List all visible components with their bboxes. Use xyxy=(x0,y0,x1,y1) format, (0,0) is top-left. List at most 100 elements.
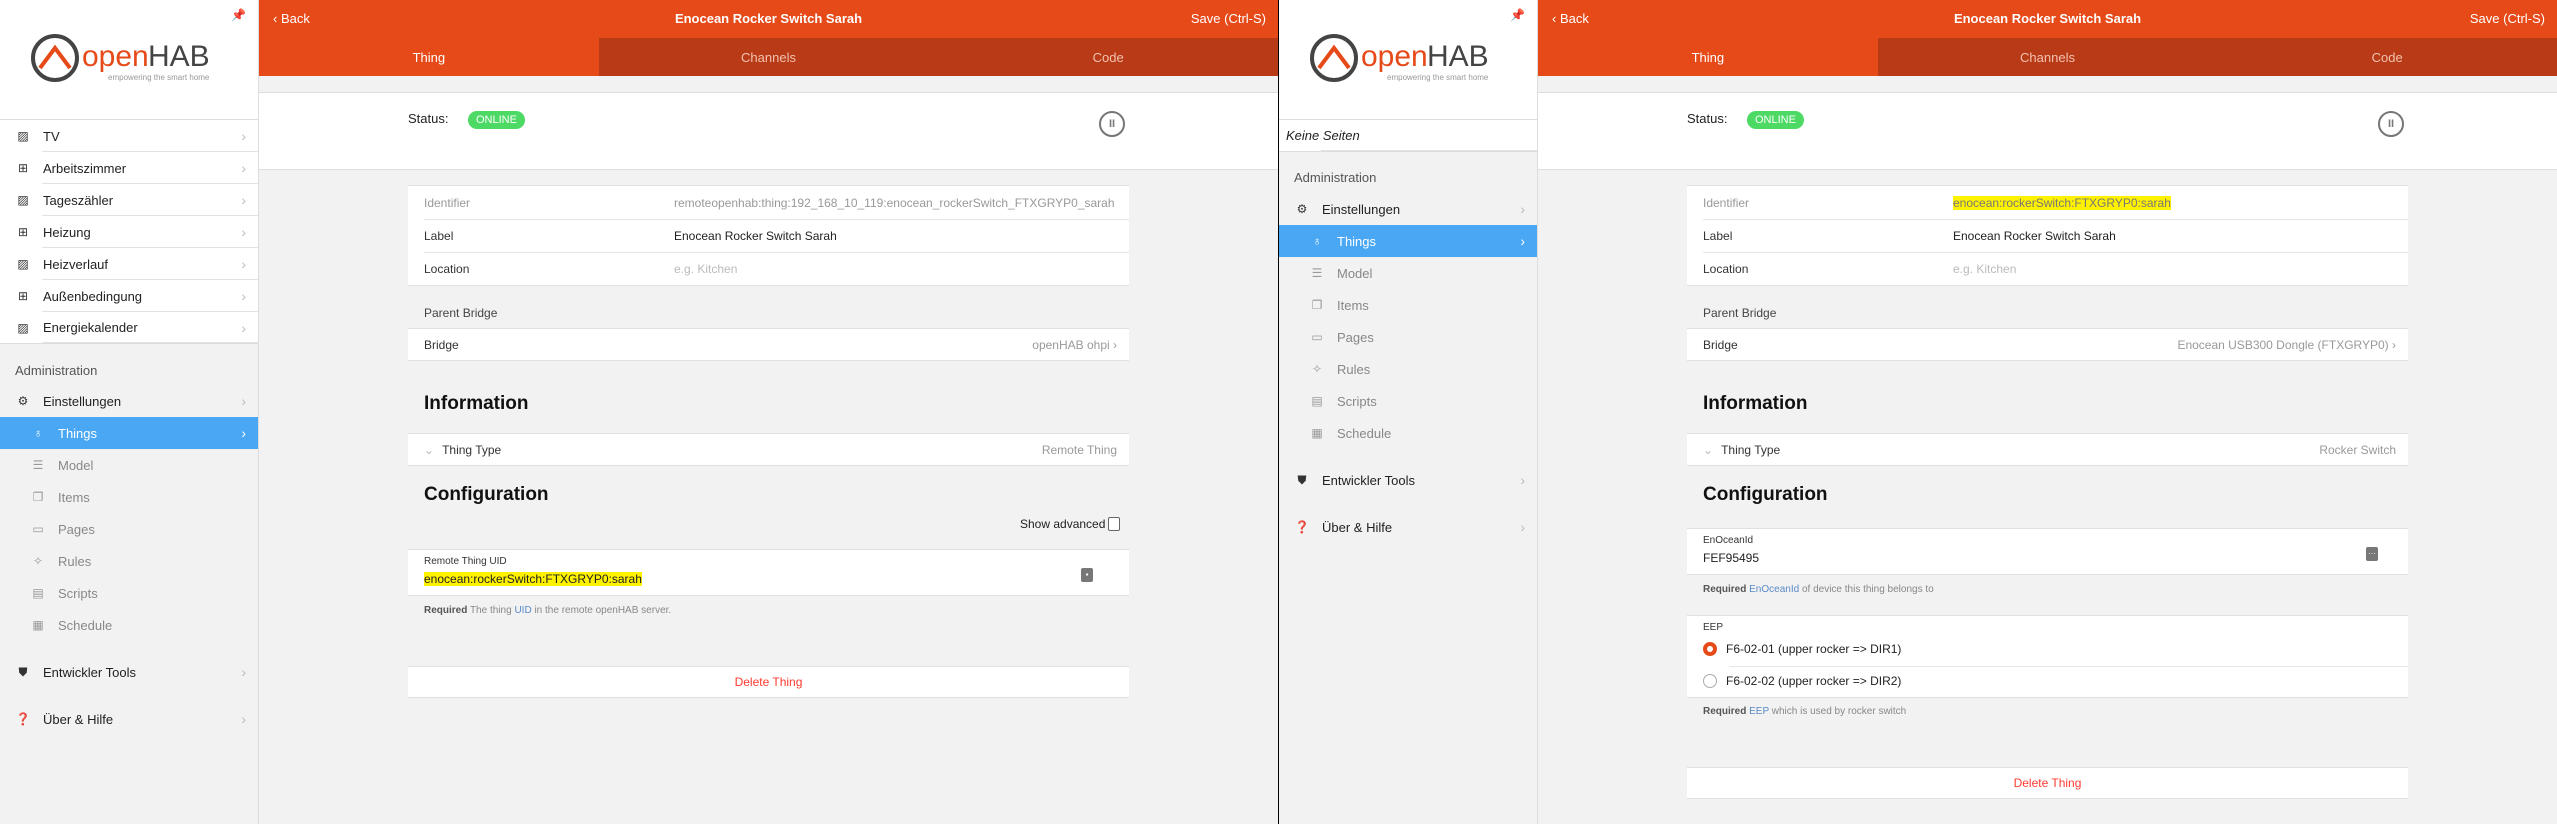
sidebar-item-label: Außenbedingung xyxy=(43,288,143,304)
sidebar-item-pages[interactable]: ▭ Pages xyxy=(1279,321,1537,353)
eep-card: EEP F6-02-01 (upper rocker => DIR1) F6-0… xyxy=(1687,615,2408,698)
label-input[interactable]: Enocean Rocker Switch Sarah xyxy=(1953,229,2408,243)
eep-option-1[interactable]: F6-02-01 (upper rocker => DIR1) xyxy=(1703,642,1901,656)
pin-icon[interactable]: 📌 xyxy=(231,8,246,22)
sidebar-item-label: Rules xyxy=(58,553,92,569)
save-button[interactable]: Save (Ctrl-S) xyxy=(1191,11,1266,26)
grid-icon: ⊞ xyxy=(17,225,29,239)
chevron-right-icon: › xyxy=(241,224,246,240)
openhab-logo: 📌 open HAB empowering the smart home xyxy=(1279,0,1537,120)
openhab-logo-image: open HAB empowering the smart home xyxy=(1310,34,1489,82)
document-icon: ▤ xyxy=(32,586,44,600)
chevron-right-icon: › xyxy=(2392,337,2396,352)
sidebar-item-rules[interactable]: ✧ Rules xyxy=(0,545,258,577)
sidebar-item-pages[interactable]: ▭ Pages xyxy=(0,513,258,545)
radio-unselected-icon[interactable] xyxy=(1703,674,1717,688)
eep-label: EEP xyxy=(1703,622,1724,633)
delete-thing-button[interactable]: Delete Thing xyxy=(408,666,1129,698)
remote-uid-input[interactable]: enocean:rockerSwitch:FTXGRYP0:sarah xyxy=(424,572,642,586)
sidebar-item-help[interactable]: ❓ Über & Hilfe › xyxy=(0,703,258,735)
sidebar-item-schedule[interactable]: ▦ Schedule xyxy=(1279,417,1537,449)
lightbulb-icon: ♁ xyxy=(33,426,43,440)
bridge-value: openHAB ohpi xyxy=(1032,337,1110,352)
pause-icon[interactable]: II xyxy=(1099,111,1125,137)
information-heading: Information xyxy=(1703,393,1808,414)
eep-option-2[interactable]: F6-02-02 (upper rocker => DIR2) xyxy=(1703,674,1901,688)
gear-icon: ⚙ xyxy=(17,394,29,408)
sidebar-item-help[interactable]: ❓ Über & Hilfe › xyxy=(1279,511,1537,543)
hint-link: EEP xyxy=(1749,706,1769,717)
sidebar-item-rules[interactable]: ✧ Rules xyxy=(1279,353,1537,385)
navbar: ‹ Back Enocean Rocker Switch Sarah Save … xyxy=(259,0,1278,38)
save-button[interactable]: Save (Ctrl-S) xyxy=(2470,11,2545,26)
enocean-id-input[interactable]: FEF95495 xyxy=(1703,551,1759,565)
sidebar-item-label: Entwickler Tools xyxy=(43,664,136,680)
tab-code[interactable]: Code xyxy=(938,38,1278,76)
hint-text: The thing xyxy=(469,605,515,616)
monitor-icon: ▭ xyxy=(1311,330,1323,344)
show-advanced-toggle[interactable]: Show advanced xyxy=(1020,517,1121,531)
enocean-id-hint: Required EnOceanId of device this thing … xyxy=(1703,584,1934,595)
sidebar-item-scripts[interactable]: ▤ Scripts xyxy=(0,577,258,609)
sidebar-item-tv[interactable]: ▨ TV › xyxy=(0,120,258,152)
show-advanced-checkbox[interactable] xyxy=(1108,517,1121,531)
sidebar-item-developer-tools[interactable]: ⛊ Entwickler Tools › xyxy=(0,656,258,688)
sidebar-item-items[interactable]: ❐ Items xyxy=(0,481,258,513)
pause-icon[interactable]: II xyxy=(2378,111,2404,137)
chevron-right-icon: › xyxy=(1520,472,1525,488)
navbar: ‹ Back Enocean Rocker Switch Sarah Save … xyxy=(1538,0,2557,38)
chevron-right-icon: › xyxy=(241,160,246,176)
thing-type-row[interactable]: ⌄ Thing Type Rocker Switch xyxy=(1687,434,2408,465)
list-icon: ☰ xyxy=(32,458,44,472)
bridge-value: Enocean USB300 Dongle (FTXGRYP0) xyxy=(2177,337,2389,352)
admin-heading: Administration xyxy=(15,363,98,378)
sidebar-item-model[interactable]: ☰ Model xyxy=(1279,257,1537,289)
tab-channels[interactable]: Channels xyxy=(599,38,939,76)
sidebar-item-tageszaehler[interactable]: ▨ Tageszähler › xyxy=(0,184,258,216)
bridge-row[interactable]: Bridge Enocean USB300 Dongle (FTXGRYP0) › xyxy=(1687,329,2408,360)
sidebar-item-heizung[interactable]: ⊞ Heizung › xyxy=(0,216,258,248)
location-input[interactable]: e.g. Kitchen xyxy=(1953,262,2408,276)
sidebar-item-items[interactable]: ❐ Items xyxy=(1279,289,1537,321)
openhab-logo-image: open HAB empowering the smart home xyxy=(31,34,210,82)
lightbulb-icon: ♁ xyxy=(1312,234,1322,248)
pin-icon[interactable]: 📌 xyxy=(1510,8,1525,22)
sidebar-item-einstellungen[interactable]: ⚙ Einstellungen › xyxy=(1279,193,1537,225)
svg-text:open: open xyxy=(1361,40,1428,73)
sidebar-item-label: Über & Hilfe xyxy=(1322,519,1393,535)
tab-thing[interactable]: Thing xyxy=(259,38,599,76)
sidebar-item-label: Heizung xyxy=(43,224,91,240)
label-input[interactable]: Enocean Rocker Switch Sarah xyxy=(674,229,1129,243)
items-icon: ❐ xyxy=(1311,298,1323,312)
status-section: Status: ONLINE II xyxy=(1538,92,2557,170)
sidebar-item-label: Pages xyxy=(1337,329,1374,345)
thing-type-label: Thing Type xyxy=(442,442,502,457)
sidebar-item-things[interactable]: ♁ Things › xyxy=(0,417,258,449)
sidebar-item-heizverlauf[interactable]: ▨ Heizverlauf › xyxy=(0,248,258,280)
thing-type-row[interactable]: ⌄ Thing Type Remote Thing xyxy=(408,434,1129,465)
bridge-row[interactable]: Bridge openHAB ohpi › xyxy=(408,329,1129,360)
location-row: Location e.g. Kitchen xyxy=(1687,252,2408,285)
shield-icon: ⛊ xyxy=(1297,472,1307,487)
label-label: Label xyxy=(424,228,454,243)
sidebar-item-developer-tools[interactable]: ⛊ Entwickler Tools › xyxy=(1279,464,1537,496)
sidebar-item-label: TV xyxy=(43,128,60,144)
location-input[interactable]: e.g. Kitchen xyxy=(674,262,1129,276)
sidebar-item-arbeitszimmer[interactable]: ⊞ Arbeitszimmer › xyxy=(0,152,258,184)
information-heading: Information xyxy=(424,393,529,414)
tab-code[interactable]: Code xyxy=(2217,38,2557,76)
tab-channels[interactable]: Channels xyxy=(1878,38,2218,76)
identifier-row: Identifier remoteopenhab:thing:192_168_10… xyxy=(408,186,1129,219)
sidebar-item-scripts[interactable]: ▤ Scripts xyxy=(1279,385,1537,417)
main-content: ‹ Back Enocean Rocker Switch Sarah Save … xyxy=(259,0,1278,824)
sidebar-item-aussenbedingung[interactable]: ⊞ Außenbedingung › xyxy=(0,280,258,312)
tab-thing[interactable]: Thing xyxy=(1538,38,1878,76)
sidebar-item-schedule[interactable]: ▦ Schedule xyxy=(0,609,258,641)
sidebar-item-things[interactable]: ♁ Things › xyxy=(1279,225,1537,257)
sidebar-item-model[interactable]: ☰ Model xyxy=(0,449,258,481)
sidebar-item-energiekalender[interactable]: ▨ Energiekalender › xyxy=(0,312,258,344)
sidebar-item-einstellungen[interactable]: ⚙ Einstellungen › xyxy=(0,385,258,417)
delete-thing-button[interactable]: Delete Thing xyxy=(1687,767,2408,799)
radio-selected-icon[interactable] xyxy=(1703,642,1717,656)
admin-heading: Administration xyxy=(1294,170,1377,185)
